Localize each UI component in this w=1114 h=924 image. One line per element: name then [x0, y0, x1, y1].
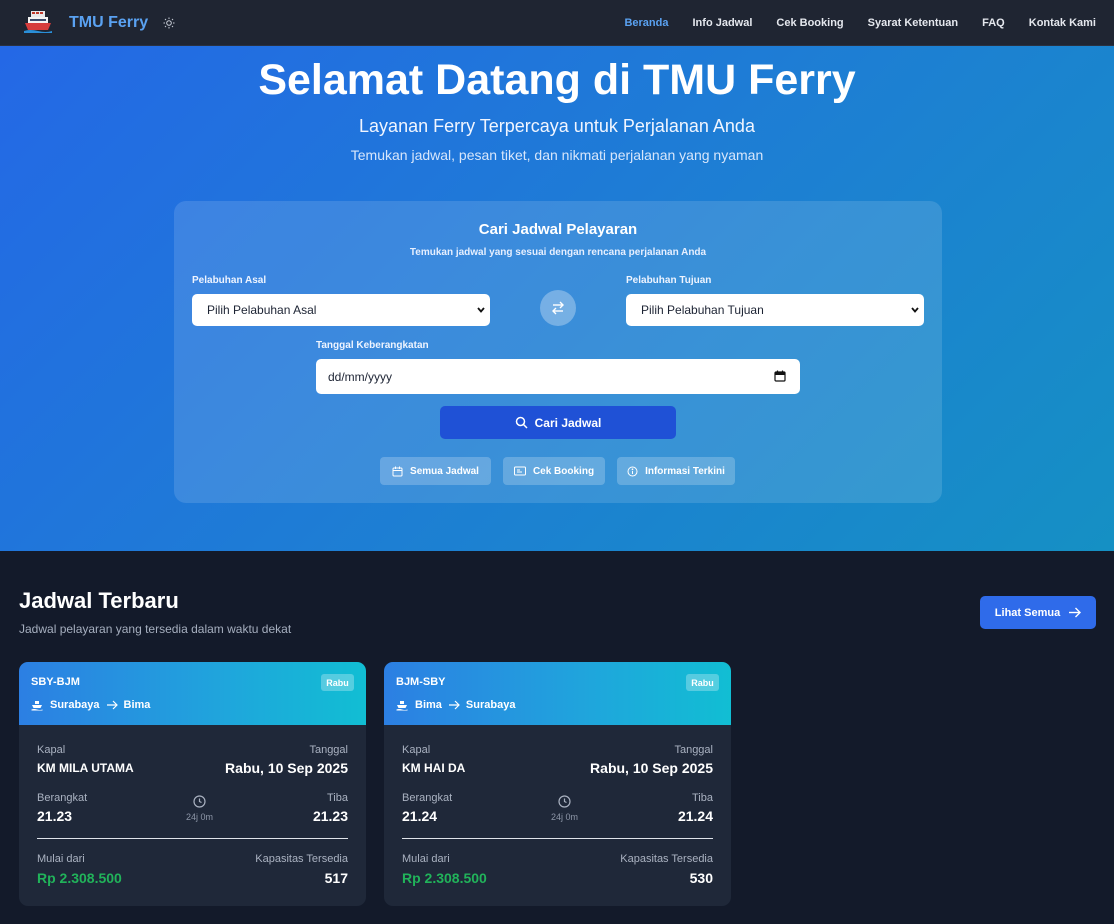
destination-select[interactable]: Pilih Pelabuhan Tujuan: [626, 294, 924, 326]
arrow-right-icon: [106, 700, 118, 710]
route-line: Bima Surabaya: [396, 699, 515, 711]
price: Rp 2.308.500: [402, 870, 487, 886]
see-all-button[interactable]: Lihat Semua: [980, 596, 1096, 629]
nav-link-info-jadwal[interactable]: Info Jadwal: [693, 17, 753, 29]
quick-link-label: Semua Jadwal: [410, 465, 479, 477]
arrive-label: Tiba: [692, 792, 713, 804]
nav-link-cek-booking[interactable]: Cek Booking: [776, 17, 843, 29]
schedule-card-header: BJM-SBY Rabu Bima Surabaya: [384, 662, 731, 725]
see-all-label: Lihat Semua: [994, 606, 1061, 619]
divider: [37, 838, 348, 839]
search-icon: [515, 416, 528, 429]
calendar-icon: [392, 466, 403, 476]
price-label: Mulai dari: [37, 853, 85, 865]
origin-label: Pelabuhan Asal: [192, 275, 267, 286]
nav-link-syarat-ketentuan[interactable]: Syarat Ketentuan: [868, 17, 958, 29]
calendar-icon[interactable]: [774, 370, 786, 382]
arrive-label: Tiba: [327, 792, 348, 804]
schedule-card[interactable]: SBY-BJM Rabu Surabaya Bima Kapal KM MILA…: [19, 662, 366, 906]
brand[interactable]: TMU Ferry: [22, 9, 176, 37]
depart-time: 21.23: [37, 808, 73, 824]
date-placeholder: dd/mm/yyyy: [328, 369, 393, 384]
arrow-right-icon: [1069, 607, 1082, 618]
route-code: SBY-BJM: [31, 676, 80, 688]
departure-date: Rabu, 10 Sep 2025: [590, 760, 713, 776]
ship-label: Kapal: [402, 744, 431, 756]
ship-icon: [396, 700, 408, 710]
arrive-time: 21.24: [677, 808, 713, 824]
search-title: Cari Jadwal Pelayaran: [478, 221, 638, 238]
day-badge: Rabu: [321, 674, 354, 691]
search-subtitle: Temukan jadwal yang sesuai dengan rencan…: [409, 247, 707, 258]
swap-ports-button[interactable]: [540, 290, 576, 326]
navbar: TMU Ferry Beranda Info Jadwal Cek Bookin…: [0, 0, 1114, 46]
destination-select-value: Pilih Pelabuhan Tujuan: [641, 303, 764, 317]
chevron-down-icon: [911, 307, 919, 313]
schedule-card[interactable]: BJM-SBY Rabu Bima Surabaya Kapal KM HAI …: [384, 662, 731, 906]
ship-label: Kapal: [37, 744, 66, 756]
hero-description: Temukan jadwal, pesan tiket, dan nikmati…: [350, 147, 764, 163]
sun-icon[interactable]: [162, 16, 176, 30]
ferry-logo-icon: [22, 9, 54, 37]
nav-link-faq[interactable]: FAQ: [982, 17, 1005, 29]
info-icon: [627, 466, 638, 476]
destination-label: Pelabuhan Tujuan: [626, 275, 712, 286]
quick-link-all-schedules[interactable]: Semua Jadwal: [380, 457, 491, 485]
date-input[interactable]: dd/mm/yyyy: [316, 359, 800, 394]
route-origin: Surabaya: [50, 699, 100, 711]
ticket-icon: [513, 466, 526, 476]
capacity-value: 517: [324, 870, 348, 886]
route-line: Surabaya Bima: [31, 699, 150, 711]
chevron-down-icon: [477, 307, 485, 313]
clock-icon: [558, 795, 571, 808]
date-label: Tanggal: [309, 744, 348, 756]
capacity-label: Kapasitas Tersedia: [255, 853, 348, 865]
clock-icon: [193, 795, 206, 808]
hero-title: Selamat Datang di TMU Ferry: [258, 56, 856, 104]
quick-link-check-booking[interactable]: Cek Booking: [503, 457, 605, 485]
capacity-value: 530: [689, 870, 713, 886]
nav-links: Beranda Info Jadwal Cek Booking Syarat K…: [624, 0, 1096, 46]
ship-name: KM HAI DA: [402, 761, 466, 775]
swap-icon: [552, 301, 564, 315]
capacity-label: Kapasitas Tersedia: [620, 853, 713, 865]
search-schedule-button[interactable]: Cari Jadwal: [440, 406, 676, 439]
depart-time: 21.24: [402, 808, 438, 824]
schedules-subtitle: Jadwal pelayaran yang tersedia dalam wak…: [19, 622, 292, 636]
duration: 24j 0m: [551, 812, 579, 822]
duration: 24j 0m: [186, 812, 214, 822]
search-button-label: Cari Jadwal: [534, 415, 602, 430]
quick-link-latest-info[interactable]: Informasi Terkini: [617, 457, 735, 485]
nav-link-kontak-kami[interactable]: Kontak Kami: [1029, 17, 1096, 29]
day-badge: Rabu: [686, 674, 719, 691]
depart-label: Berangkat: [37, 792, 88, 804]
ship-name: KM MILA UTAMA: [37, 761, 134, 775]
route-destination: Bima: [123, 699, 151, 711]
route-code: BJM-SBY: [396, 676, 446, 688]
nav-link-beranda[interactable]: Beranda: [624, 17, 668, 29]
date-label: Tanggal: [674, 744, 713, 756]
divider: [402, 838, 713, 839]
hero-section: Selamat Datang di TMU Ferry Layanan Ferr…: [0, 46, 1114, 551]
schedule-card-header: SBY-BJM Rabu Surabaya Bima: [19, 662, 366, 725]
depart-label: Berangkat: [402, 792, 453, 804]
price: Rp 2.308.500: [37, 870, 122, 886]
price-label: Mulai dari: [402, 853, 450, 865]
hero-subtitle: Layanan Ferry Terpercaya untuk Perjalana…: [359, 116, 755, 136]
date-label: Tanggal Keberangkatan: [316, 340, 429, 351]
brand-name: TMU Ferry: [69, 13, 149, 31]
arrow-right-icon: [448, 700, 460, 710]
route-destination: Surabaya: [465, 699, 516, 711]
arrive-time: 21.23: [312, 808, 348, 824]
schedules-title: Jadwal Terbaru: [19, 588, 179, 613]
quick-link-label: Cek Booking: [532, 465, 595, 477]
ship-icon: [31, 700, 43, 710]
search-card: Cari Jadwal Pelayaran Temukan jadwal yan…: [174, 201, 942, 503]
departure-date: Rabu, 10 Sep 2025: [225, 760, 348, 776]
route-origin: Bima: [415, 699, 442, 711]
origin-select-value: Pilih Pelabuhan Asal: [207, 303, 317, 317]
quick-link-label: Informasi Terkini: [645, 465, 725, 477]
origin-select[interactable]: Pilih Pelabuhan Asal: [192, 294, 490, 326]
